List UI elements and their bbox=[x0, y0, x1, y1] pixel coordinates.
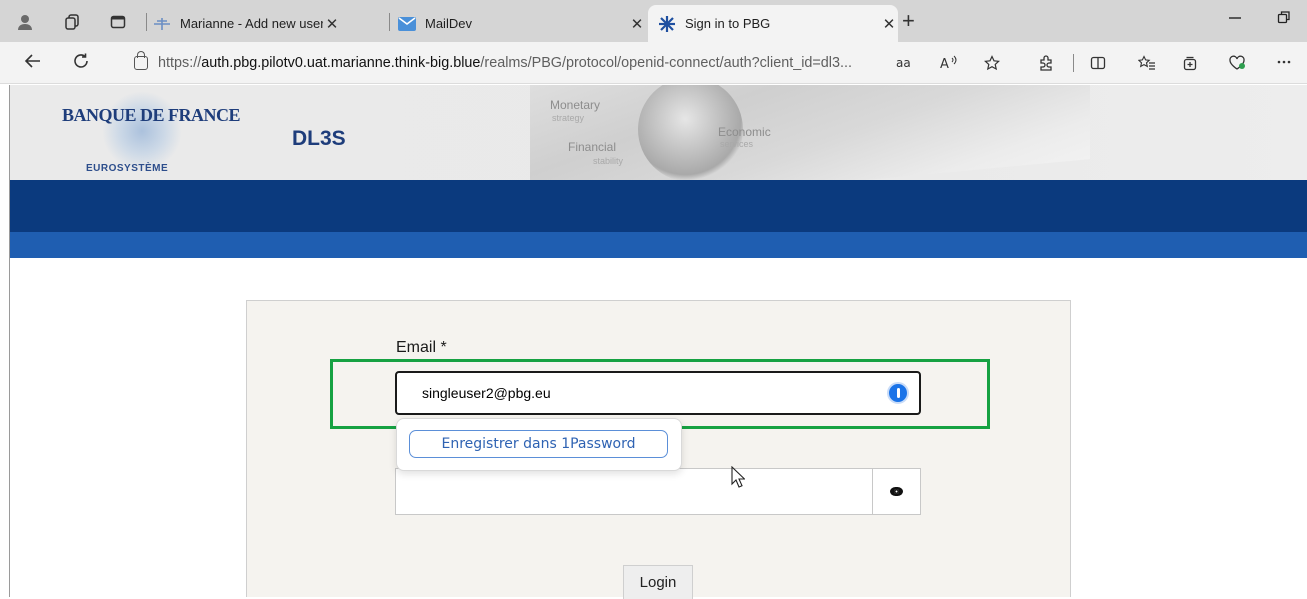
pbg-star-icon bbox=[658, 15, 676, 33]
tab-separator bbox=[389, 13, 390, 31]
tab-separator bbox=[146, 13, 147, 31]
url-host: auth.pbg.pilotv0.uat.marianne.think-big.… bbox=[201, 55, 481, 71]
logo-text: BANQUE DE FRANCE bbox=[62, 105, 241, 125]
banner-services: services bbox=[720, 139, 754, 149]
url-path: /realms/PBG/protocol/openid-connect/auth… bbox=[480, 55, 852, 71]
browser-address-bar: https:// auth.pbg.pilotv0.uat.marianne.t… bbox=[0, 42, 1307, 84]
banner-economic: Economic bbox=[718, 125, 771, 139]
banner-financial: Financial bbox=[568, 140, 617, 154]
header-band-dark bbox=[10, 180, 1307, 232]
tab-title: MailDev bbox=[425, 16, 472, 31]
workspaces-icon[interactable] bbox=[61, 11, 83, 33]
read-aloud-icon[interactable]: A bbox=[940, 55, 958, 75]
close-tab-icon[interactable]: ✕ bbox=[880, 15, 898, 33]
back-icon[interactable] bbox=[24, 52, 42, 74]
favorite-star-icon[interactable] bbox=[984, 55, 1000, 75]
tab-marianne[interactable]: Marianne - Add new user ✕ bbox=[153, 5, 341, 42]
logo-star-icon bbox=[102, 91, 182, 171]
banner-artwork: Monetary strategy Economic services Fina… bbox=[530, 85, 1090, 180]
eye-icon bbox=[890, 487, 903, 496]
site-header: Monetary strategy Economic services Fina… bbox=[10, 85, 1307, 180]
favorites-icon[interactable] bbox=[1137, 55, 1156, 75]
app-name: DL3S bbox=[292, 127, 346, 150]
more-options-icon[interactable] bbox=[1276, 53, 1292, 74]
tab-title: Marianne - Add new user bbox=[180, 16, 323, 31]
new-tab-button[interactable]: + bbox=[902, 10, 915, 32]
tab-title: Sign in to PBG bbox=[685, 16, 771, 31]
password-field[interactable] bbox=[395, 468, 873, 515]
browser-essentials-icon[interactable] bbox=[1228, 55, 1246, 75]
banner-stability: stability bbox=[593, 156, 624, 166]
mouse-cursor-icon bbox=[731, 466, 745, 488]
close-tab-icon[interactable]: ✕ bbox=[628, 15, 646, 33]
translate-icon[interactable]: aa bbox=[896, 55, 914, 73]
split-screen-icon[interactable] bbox=[1090, 55, 1106, 75]
onepassword-popover: Enregistrer dans 1Password bbox=[396, 418, 682, 471]
toolbar-separator bbox=[1073, 54, 1074, 72]
marianne-icon bbox=[153, 15, 171, 33]
tab-actions-icon[interactable] bbox=[107, 11, 129, 33]
extensions-icon[interactable] bbox=[1038, 55, 1054, 75]
browser-tab-bar: Marianne - Add new user ✕ MailDev ✕ Sign… bbox=[0, 0, 1307, 42]
save-in-1password-button[interactable]: Enregistrer dans 1Password bbox=[409, 430, 668, 458]
url-field[interactable]: https:// auth.pbg.pilotv0.uat.marianne.t… bbox=[116, 48, 1116, 78]
tab-maildev[interactable]: MailDev ✕ bbox=[398, 5, 646, 42]
logo-subtitle: EUROSYSTÈME bbox=[86, 163, 169, 174]
url-prefix: https:// bbox=[158, 55, 202, 71]
lock-icon[interactable] bbox=[134, 51, 148, 70]
collections-icon[interactable] bbox=[1182, 55, 1198, 75]
svg-text:aa: aa bbox=[896, 56, 911, 69]
svg-text:A: A bbox=[940, 57, 949, 71]
tab-sign-in-pbg[interactable]: Sign in to PBG ✕ bbox=[648, 5, 898, 42]
minimize-icon[interactable] bbox=[1228, 10, 1242, 29]
onepassword-icon[interactable] bbox=[887, 382, 909, 404]
show-password-button[interactable] bbox=[872, 468, 921, 515]
email-label: Email * bbox=[396, 339, 447, 356]
mail-icon bbox=[398, 15, 416, 33]
email-field[interactable] bbox=[395, 371, 921, 415]
refresh-icon[interactable] bbox=[72, 52, 90, 74]
login-button[interactable]: Login bbox=[623, 565, 693, 599]
banque-de-france-logo[interactable]: BANQUE DE FRANCE EUROSYSTÈME bbox=[62, 91, 241, 174]
banner-strategy: strategy bbox=[552, 113, 585, 123]
restore-icon[interactable] bbox=[1277, 10, 1291, 29]
header-band-light bbox=[10, 232, 1307, 258]
profile-icon[interactable] bbox=[14, 11, 36, 33]
banner-monetary: Monetary bbox=[550, 98, 601, 112]
close-tab-icon[interactable]: ✕ bbox=[323, 15, 341, 33]
